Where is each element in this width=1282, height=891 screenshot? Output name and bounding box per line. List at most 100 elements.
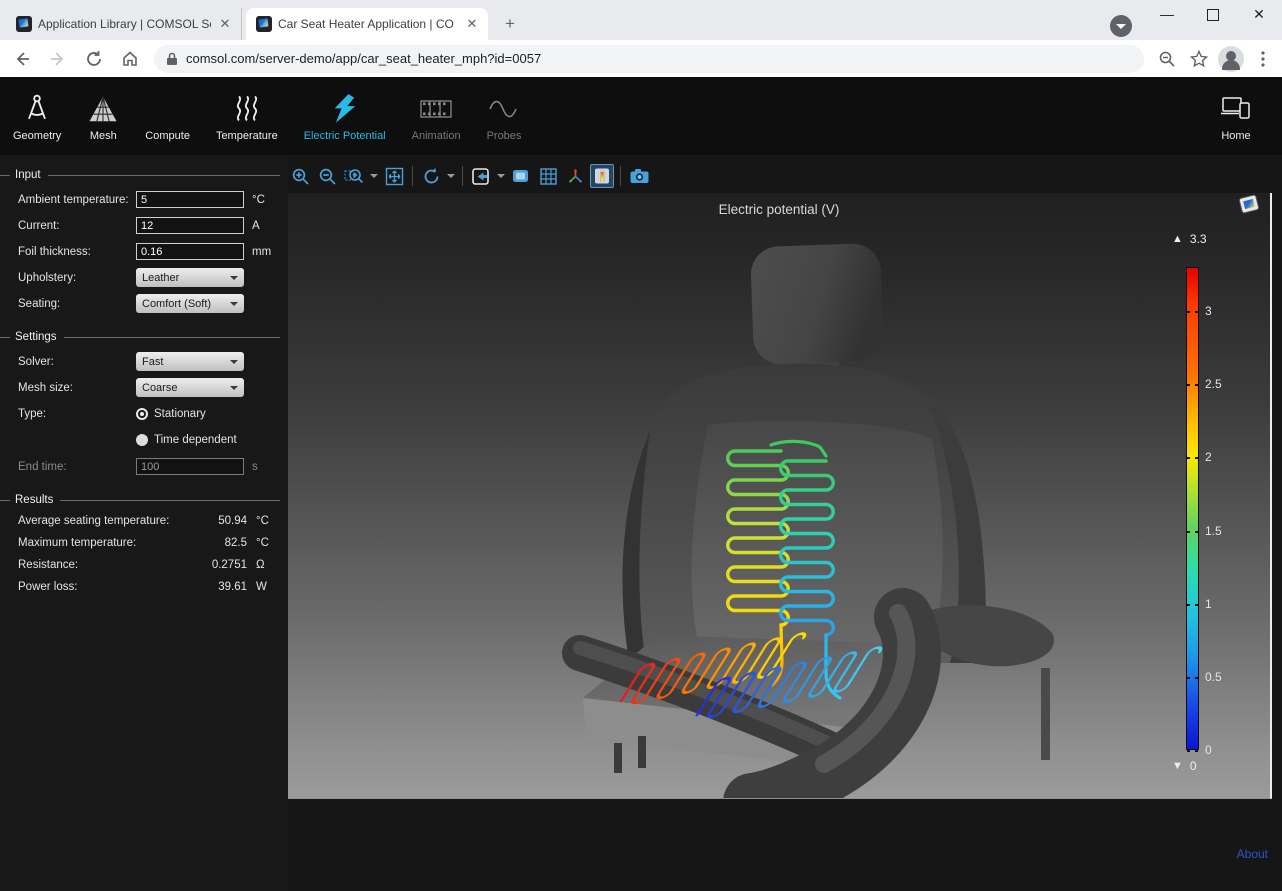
- window-maximize-button[interactable]: [1190, 0, 1236, 30]
- colorbar-tick: 2.5: [1186, 384, 1199, 385]
- seating-dropdown[interactable]: Comfort (Soft): [136, 294, 244, 313]
- ribbon-geometry-button[interactable]: Geometry: [0, 81, 74, 151]
- tab-title: Application Library | COMSOL Se: [38, 17, 211, 31]
- zoom-in-icon[interactable]: [288, 164, 312, 188]
- zoom-box-icon[interactable]: [342, 164, 366, 188]
- triangle-down-icon: ▼: [1172, 760, 1183, 772]
- seating-row: Seating: Comfort (Soft): [18, 294, 280, 313]
- rotate-view-icon[interactable]: [419, 164, 443, 188]
- upholstery-dropdown[interactable]: Leather: [136, 268, 244, 287]
- graphics-toolbar: [288, 161, 654, 191]
- colorbar-min-marker: ▼0: [1172, 759, 1197, 773]
- tab-close-icon[interactable]: ✕: [217, 16, 233, 32]
- home-devices-icon: [1219, 91, 1253, 127]
- result-average-seating-temperature: Average seating temperature:50.94°C: [18, 515, 280, 527]
- url-omnibox[interactable]: comsol.com/server-demo/app/car_seat_heat…: [154, 45, 1144, 73]
- time-dependent-radio[interactable]: [136, 434, 148, 446]
- section-settings: Settings: [0, 331, 280, 343]
- heat-waves-icon: [232, 91, 262, 127]
- car-seat-3d-model: [288, 193, 1272, 799]
- comsol-favicon: [16, 16, 32, 32]
- colorbar-max-marker: ▲3.3: [1172, 232, 1207, 246]
- colorbar-tick: 0.5: [1186, 677, 1199, 678]
- upholstery-row: Upholstery: Leather: [18, 268, 280, 287]
- colorbar-tick: 0: [1186, 750, 1199, 751]
- home-icon[interactable]: [116, 45, 144, 73]
- ambient-temperature-input[interactable]: [136, 191, 244, 208]
- mesh-triangle-icon: [87, 91, 119, 127]
- ambient-temperature-row: Ambient temperature: °C: [18, 190, 280, 209]
- result-maximum-temperature: Maximum temperature:82.5°C: [18, 537, 280, 549]
- window-close-button[interactable]: ✕: [1236, 0, 1282, 30]
- tab-application-library[interactable]: Application Library | COMSOL Se ✕: [6, 8, 242, 40]
- type-row-stationary: Type: Stationary: [18, 404, 280, 423]
- zoom-box-dropdown-icon[interactable]: [369, 164, 379, 188]
- graphics-canvas[interactable]: Electric potential (V): [288, 193, 1272, 799]
- result-power-loss: Power loss:39.61W: [18, 581, 280, 593]
- zoom-extents-icon[interactable]: [382, 164, 406, 188]
- color-legend-toggle-icon[interactable]: [590, 164, 614, 188]
- avatar: [1218, 46, 1244, 72]
- forward-icon[interactable]: [44, 45, 72, 73]
- window-minimize-button[interactable]: —: [1144, 0, 1190, 30]
- colorbar-tick: 3: [1186, 311, 1199, 312]
- default-view-dropdown-icon[interactable]: [496, 164, 506, 188]
- tab-title: Car Seat Heater Application | CO: [278, 17, 458, 31]
- comsol-favicon: [256, 16, 272, 32]
- reload-icon[interactable]: [80, 45, 108, 73]
- foil-thickness-input[interactable]: [136, 243, 244, 260]
- ribbon-temperature-button[interactable]: Temperature: [203, 81, 291, 151]
- browser-address-bar: comsol.com/server-demo/app/car_seat_heat…: [0, 40, 1282, 77]
- show-grid-icon[interactable]: [536, 164, 560, 188]
- application-window: Application Library | COMSOL Se ✕ Car Se…: [0, 0, 1282, 891]
- browser-update-icon[interactable]: [1110, 15, 1132, 37]
- profile-avatar[interactable]: [1218, 46, 1244, 72]
- scene-light-icon[interactable]: [509, 164, 533, 188]
- mesh-size-dropdown[interactable]: Coarse: [136, 378, 244, 397]
- ribbon-animation-button[interactable]: Animation: [399, 81, 474, 151]
- mesh-size-row: Mesh size: Coarse: [18, 378, 280, 397]
- tab-car-seat-heater[interactable]: Car Seat Heater Application | CO ✕: [246, 8, 488, 40]
- browser-menu-icon[interactable]: [1250, 46, 1276, 72]
- solver-dropdown[interactable]: Fast: [136, 352, 244, 371]
- new-tab-button[interactable]: +: [498, 12, 522, 36]
- https-lock-icon: [166, 52, 178, 66]
- colorbar-tick: 1.5: [1186, 531, 1199, 532]
- default-view-icon[interactable]: [469, 164, 493, 188]
- stationary-radio[interactable]: [136, 408, 148, 420]
- bookmark-star-icon[interactable]: [1186, 46, 1212, 72]
- page-zoom-icon[interactable]: [1154, 46, 1180, 72]
- end-time-row: End time: s: [18, 457, 280, 476]
- section-input: Input: [0, 169, 280, 181]
- parameters-panel: Input Ambient temperature: °C Current: A…: [0, 155, 288, 891]
- zoom-out-icon[interactable]: [315, 164, 339, 188]
- snapshot-camera-icon[interactable]: [627, 164, 651, 188]
- film-strip-icon: [419, 91, 453, 127]
- current-row: Current: A: [18, 216, 280, 235]
- comsol-app: Geometry Mesh Compute Temperature Electr…: [0, 77, 1282, 891]
- triangle-up-icon: ▲: [1172, 233, 1183, 245]
- ribbon-home-button[interactable]: Home: [1206, 81, 1266, 151]
- lightning-bolt-icon: [331, 91, 359, 127]
- orientation-axes-icon[interactable]: [563, 164, 587, 188]
- tab-close-icon[interactable]: ✕: [464, 16, 480, 32]
- app-ribbon: Geometry Mesh Compute Temperature Electr…: [0, 77, 1282, 155]
- solver-row: Solver: Fast: [18, 352, 280, 371]
- ribbon-mesh-button[interactable]: Mesh: [74, 81, 132, 151]
- ribbon-compute-button[interactable]: Compute: [132, 81, 203, 151]
- back-icon[interactable]: [8, 45, 36, 73]
- seat-body: [580, 243, 1054, 799]
- sine-wave-icon: [487, 91, 521, 127]
- ribbon-probes-button[interactable]: Probes: [474, 81, 535, 151]
- rotate-dropdown-icon[interactable]: [446, 164, 456, 188]
- foil-thickness-row: Foil thickness: mm: [18, 242, 280, 261]
- browser-tab-strip: Application Library | COMSOL Se ✕ Car Se…: [0, 0, 1282, 40]
- section-results: Results: [0, 494, 280, 506]
- ribbon-electric-potential-button[interactable]: Electric Potential: [291, 81, 399, 151]
- about-link[interactable]: About: [1237, 847, 1268, 861]
- current-input[interactable]: [136, 217, 244, 234]
- geometry-compass-icon: [22, 91, 52, 127]
- colorbar-tick: 2: [1186, 457, 1199, 458]
- result-resistance: Resistance:0.2751Ω: [18, 559, 280, 571]
- url-text: comsol.com/server-demo/app/car_seat_heat…: [186, 51, 541, 66]
